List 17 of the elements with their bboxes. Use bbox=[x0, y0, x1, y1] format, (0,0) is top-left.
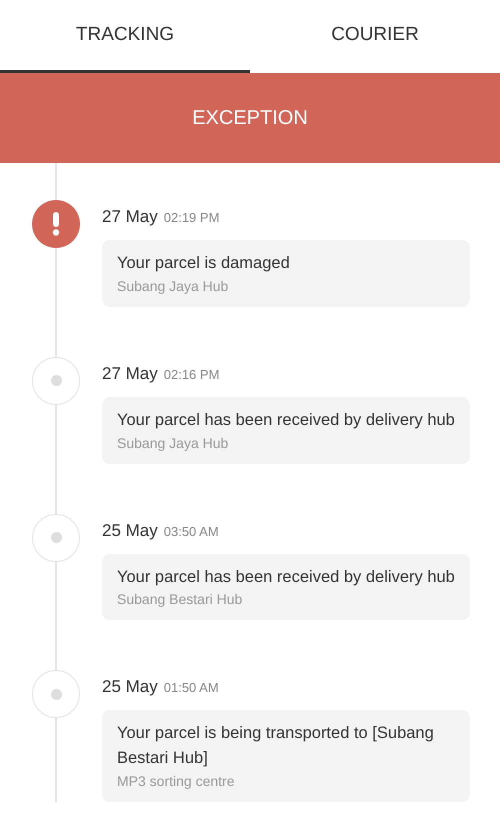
status-banner-label: EXCEPTION bbox=[192, 106, 308, 131]
event-time: 03:50 AM bbox=[164, 524, 219, 538]
event-date: 27 May bbox=[102, 207, 158, 226]
event-location: Subang Jaya Hub bbox=[117, 434, 230, 453]
event-location: Subang Bestari Hub bbox=[117, 590, 244, 610]
event-date: 25 May bbox=[102, 677, 158, 696]
event-message: Your parcel is being transported to [Subang Bestari Hub] bbox=[117, 723, 435, 769]
event-message: Your parcel has been received by delivery hub bbox=[117, 410, 455, 431]
event-time: 01:50 AM bbox=[164, 680, 219, 696]
event-message: Your parcel is damaged bbox=[117, 253, 291, 274]
event-date: 25 May bbox=[102, 520, 158, 540]
event-location: Subang Jaya Hub bbox=[117, 276, 230, 296]
event-time: 02:19 PM bbox=[164, 210, 220, 225]
event-message: Your parcel has been received by delivery hub bbox=[117, 566, 455, 588]
event-date: 27 May bbox=[102, 364, 158, 383]
event-location: MP3 sorting centre bbox=[117, 772, 236, 791]
event-time: 02:16 PM bbox=[164, 366, 220, 382]
